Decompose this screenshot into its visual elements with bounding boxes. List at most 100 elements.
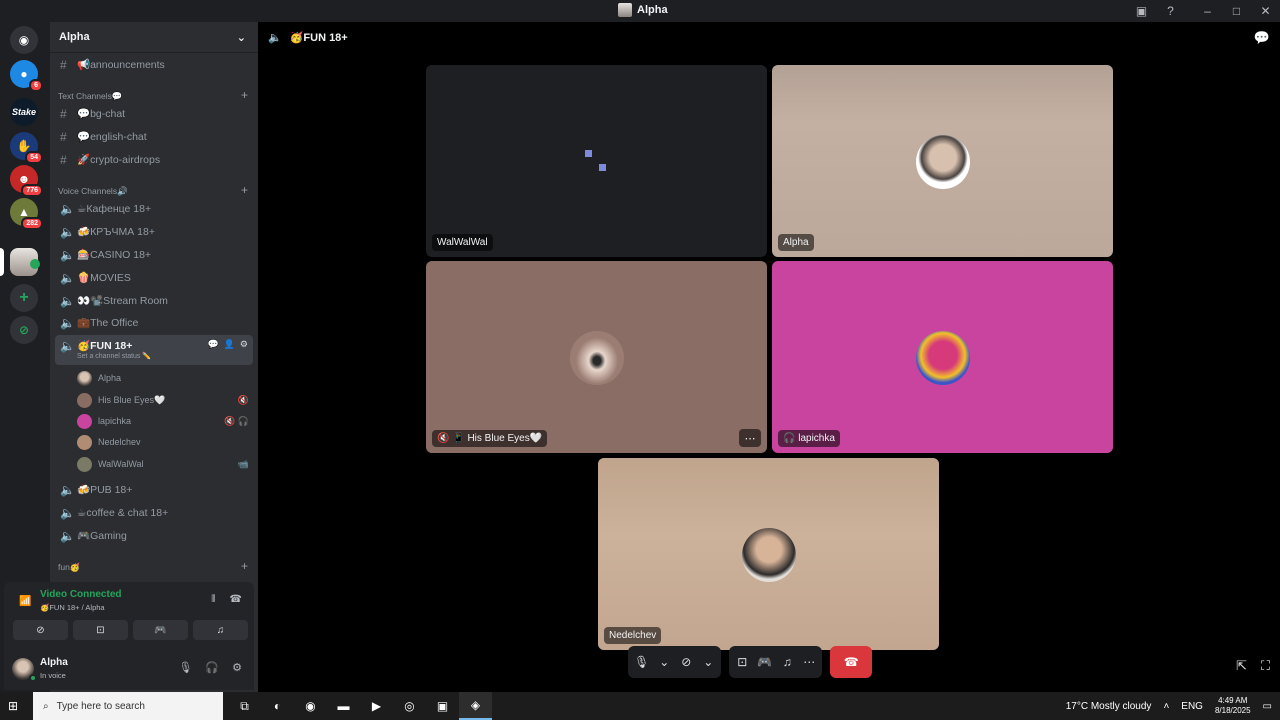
microphone-icon[interactable]: 🎙 — [634, 655, 649, 669]
discord-home-icon[interactable]: ◉ — [10, 26, 38, 54]
video-tile[interactable]: Nedelchev — [598, 458, 939, 650]
maximize-icon[interactable]: □ — [1222, 0, 1251, 22]
activity-icon[interactable]: 🎮 — [757, 655, 772, 669]
invite-icon[interactable]: 👤 — [224, 339, 235, 350]
screen-share-button[interactable]: ⊡ — [73, 620, 128, 640]
server-icon[interactable]: ✋ 54 — [10, 132, 43, 164]
channel-voice[interactable]: 🔈 🍻КРЪЧМА 18+ — [55, 221, 253, 242]
chevron-down-icon[interactable]: ⌄ — [701, 655, 715, 669]
screen-share-icon[interactable]: ⊡ — [735, 655, 749, 669]
notification-icon[interactable]: ▭ — [1263, 701, 1272, 712]
headphones-icon[interactable]: 🎧 — [205, 661, 219, 674]
system-tray: 17°C Mostly cloudy ˄ ENG 4:49 AM 8/18/20… — [1066, 692, 1272, 720]
soundboard-button[interactable]: ♫ — [193, 620, 248, 640]
server-icon[interactable]: ☻ 776 — [10, 165, 43, 197]
disconnect-button[interactable]: ☎ — [830, 646, 873, 678]
channel-text[interactable]: # 💬bg-chat — [55, 103, 253, 124]
file-explorer-icon[interactable]: ▬ — [327, 692, 360, 720]
channel-voice[interactable]: 🔈 🍻PUB 18+ — [55, 479, 253, 500]
search-placeholder: Type here to search — [56, 700, 145, 712]
chrome-icon[interactable]: ◎ — [393, 692, 426, 720]
server-icon[interactable]: ▲ 282 — [10, 198, 43, 230]
taskbar-search[interactable]: ⌕ Type here to search — [33, 692, 223, 720]
video-tile[interactable]: 🔇 📱 His Blue Eyes🤍 ⋯ — [426, 261, 767, 453]
voice-status[interactable]: Video Connected — [40, 589, 122, 600]
activity-button[interactable]: 🎮 — [133, 620, 188, 640]
close-icon[interactable]: ✕ — [1251, 0, 1280, 22]
inbox-icon[interactable]: ▣ — [1127, 0, 1156, 22]
add-server-icon[interactable]: + — [10, 284, 38, 312]
camera-off-icon[interactable]: ⊘ — [679, 655, 693, 669]
voice-member[interactable]: lapichka 🔇 🎧 — [77, 411, 253, 431]
hash-icon: # — [60, 106, 67, 121]
chevron-up-icon[interactable]: ˄ — [1163, 701, 1169, 712]
video-tile[interactable]: Alpha — [772, 65, 1113, 257]
minimize-icon[interactable]: – — [1193, 0, 1222, 22]
camera-off-button[interactable]: ⊘ — [13, 620, 68, 640]
channel-voice[interactable]: 🔈 🍿MOVIES — [55, 267, 253, 288]
channel-label: 💼The Office — [77, 317, 139, 329]
video-tile[interactable]: WalWalWal — [426, 65, 767, 257]
language-indicator[interactable]: ENG — [1181, 701, 1203, 712]
help-icon[interactable]: ? — [1156, 0, 1185, 22]
channel-status[interactable]: Set a channel status ✏️ — [77, 352, 151, 360]
microphone-icon[interactable]: 🎙 — [178, 661, 192, 674]
channel-voice-active[interactable]: 🔈 🥳FUN 18+ Set a channel status ✏️ 💬 👤 ⚙ — [55, 335, 253, 365]
chevron-down-icon[interactable]: ⌄ — [657, 655, 671, 669]
channel-voice[interactable]: 🔈 ☕coffee & chat 18+ — [55, 502, 253, 523]
member-name: WalWalWal — [98, 459, 144, 469]
chat-bubble-icon[interactable]: 💬 — [207, 339, 218, 350]
channel-voice[interactable]: 🔈 🎮Gaming — [55, 525, 253, 546]
edge-icon[interactable]: ◐ — [261, 692, 294, 720]
category-fun[interactable]: fun🥳 + — [58, 560, 248, 573]
app-icon[interactable]: ▣ — [426, 692, 459, 720]
channel-voice[interactable]: 🔈 ☕Кафенце 18+ — [55, 198, 253, 219]
channel-voice[interactable]: 🔈 🎰CASINO 18+ — [55, 244, 253, 265]
add-channel-icon[interactable]: + — [241, 560, 248, 573]
channel-text[interactable]: # 💬english-chat — [55, 126, 253, 147]
more-options-icon[interactable]: ⋯ — [739, 429, 761, 447]
weather-widget[interactable]: 17°C Mostly cloudy — [1066, 701, 1152, 712]
firefox-icon[interactable]: ◉ — [294, 692, 327, 720]
loading-dot — [599, 164, 606, 171]
category-voice-channels[interactable]: Voice Channels🔊 + — [58, 184, 248, 197]
channel-announcements[interactable]: # 📢announcements — [55, 54, 253, 75]
voice-member[interactable]: Nedelchev — [77, 432, 253, 452]
hash-icon: # — [60, 152, 67, 167]
windows-start-icon[interactable]: ⊞ — [8, 699, 18, 713]
voice-member[interactable]: Alpha — [77, 368, 253, 388]
voice-member[interactable]: WalWalWal 📹 — [77, 454, 253, 474]
more-options-icon[interactable]: ⋯ — [802, 655, 816, 669]
channel-label: ☕coffee & chat 18+ — [77, 506, 169, 519]
discord-icon[interactable]: ◈ — [459, 692, 492, 720]
stake-server-icon[interactable]: Stake — [10, 98, 38, 126]
add-channel-icon[interactable]: + — [241, 89, 248, 102]
add-channel-icon[interactable]: + — [241, 184, 248, 197]
clock[interactable]: 4:49 AM 8/18/2025 — [1215, 696, 1251, 716]
user-name[interactable]: Alpha — [40, 657, 68, 668]
popout-icon[interactable]: ⇱ — [1236, 658, 1247, 674]
voice-member[interactable]: His Blue Eyes🤍 🔇 — [77, 390, 253, 410]
category-text-channels[interactable]: Text Channels💬 + — [58, 89, 248, 102]
signal-icon[interactable]: 📶 — [19, 596, 31, 607]
gear-icon[interactable]: ⚙ — [240, 339, 248, 350]
channel-voice[interactable]: 🔈 💼The Office — [55, 312, 253, 333]
channel-text[interactable]: # 🚀crypto-airdrops — [55, 149, 253, 170]
mute-icon: 🔇 — [237, 394, 249, 405]
fullscreen-icon[interactable]: ⛶ — [1261, 658, 1270, 674]
task-view-icon[interactable]: ⧉ — [228, 692, 261, 720]
media-player-icon[interactable]: ▶ — [360, 692, 393, 720]
gear-icon[interactable]: ⚙ — [232, 661, 242, 674]
disconnect-icon[interactable]: ☎ — [230, 594, 242, 605]
speaker-icon: 🔈 — [60, 339, 75, 353]
chat-bubble-icon[interactable]: 💬 — [1254, 30, 1270, 46]
noise-suppression-icon[interactable]: ⦀ — [211, 594, 215, 605]
channel-voice[interactable]: 🔈 👀📽️Stream Room — [55, 290, 253, 311]
server-icon[interactable]: ● 6 — [10, 60, 43, 92]
tile-label: 🎧 lapichka — [778, 430, 840, 447]
soundboard-icon[interactable]: ♫ — [780, 655, 794, 669]
guild-header[interactable]: Alpha ⌄ — [50, 22, 258, 53]
video-tile[interactable]: 🎧 lapichka — [772, 261, 1113, 453]
discover-icon[interactable]: ⊘ — [10, 316, 38, 344]
voice-channel-path[interactable]: 🥳FUN 18+ / Alpha — [40, 603, 105, 612]
